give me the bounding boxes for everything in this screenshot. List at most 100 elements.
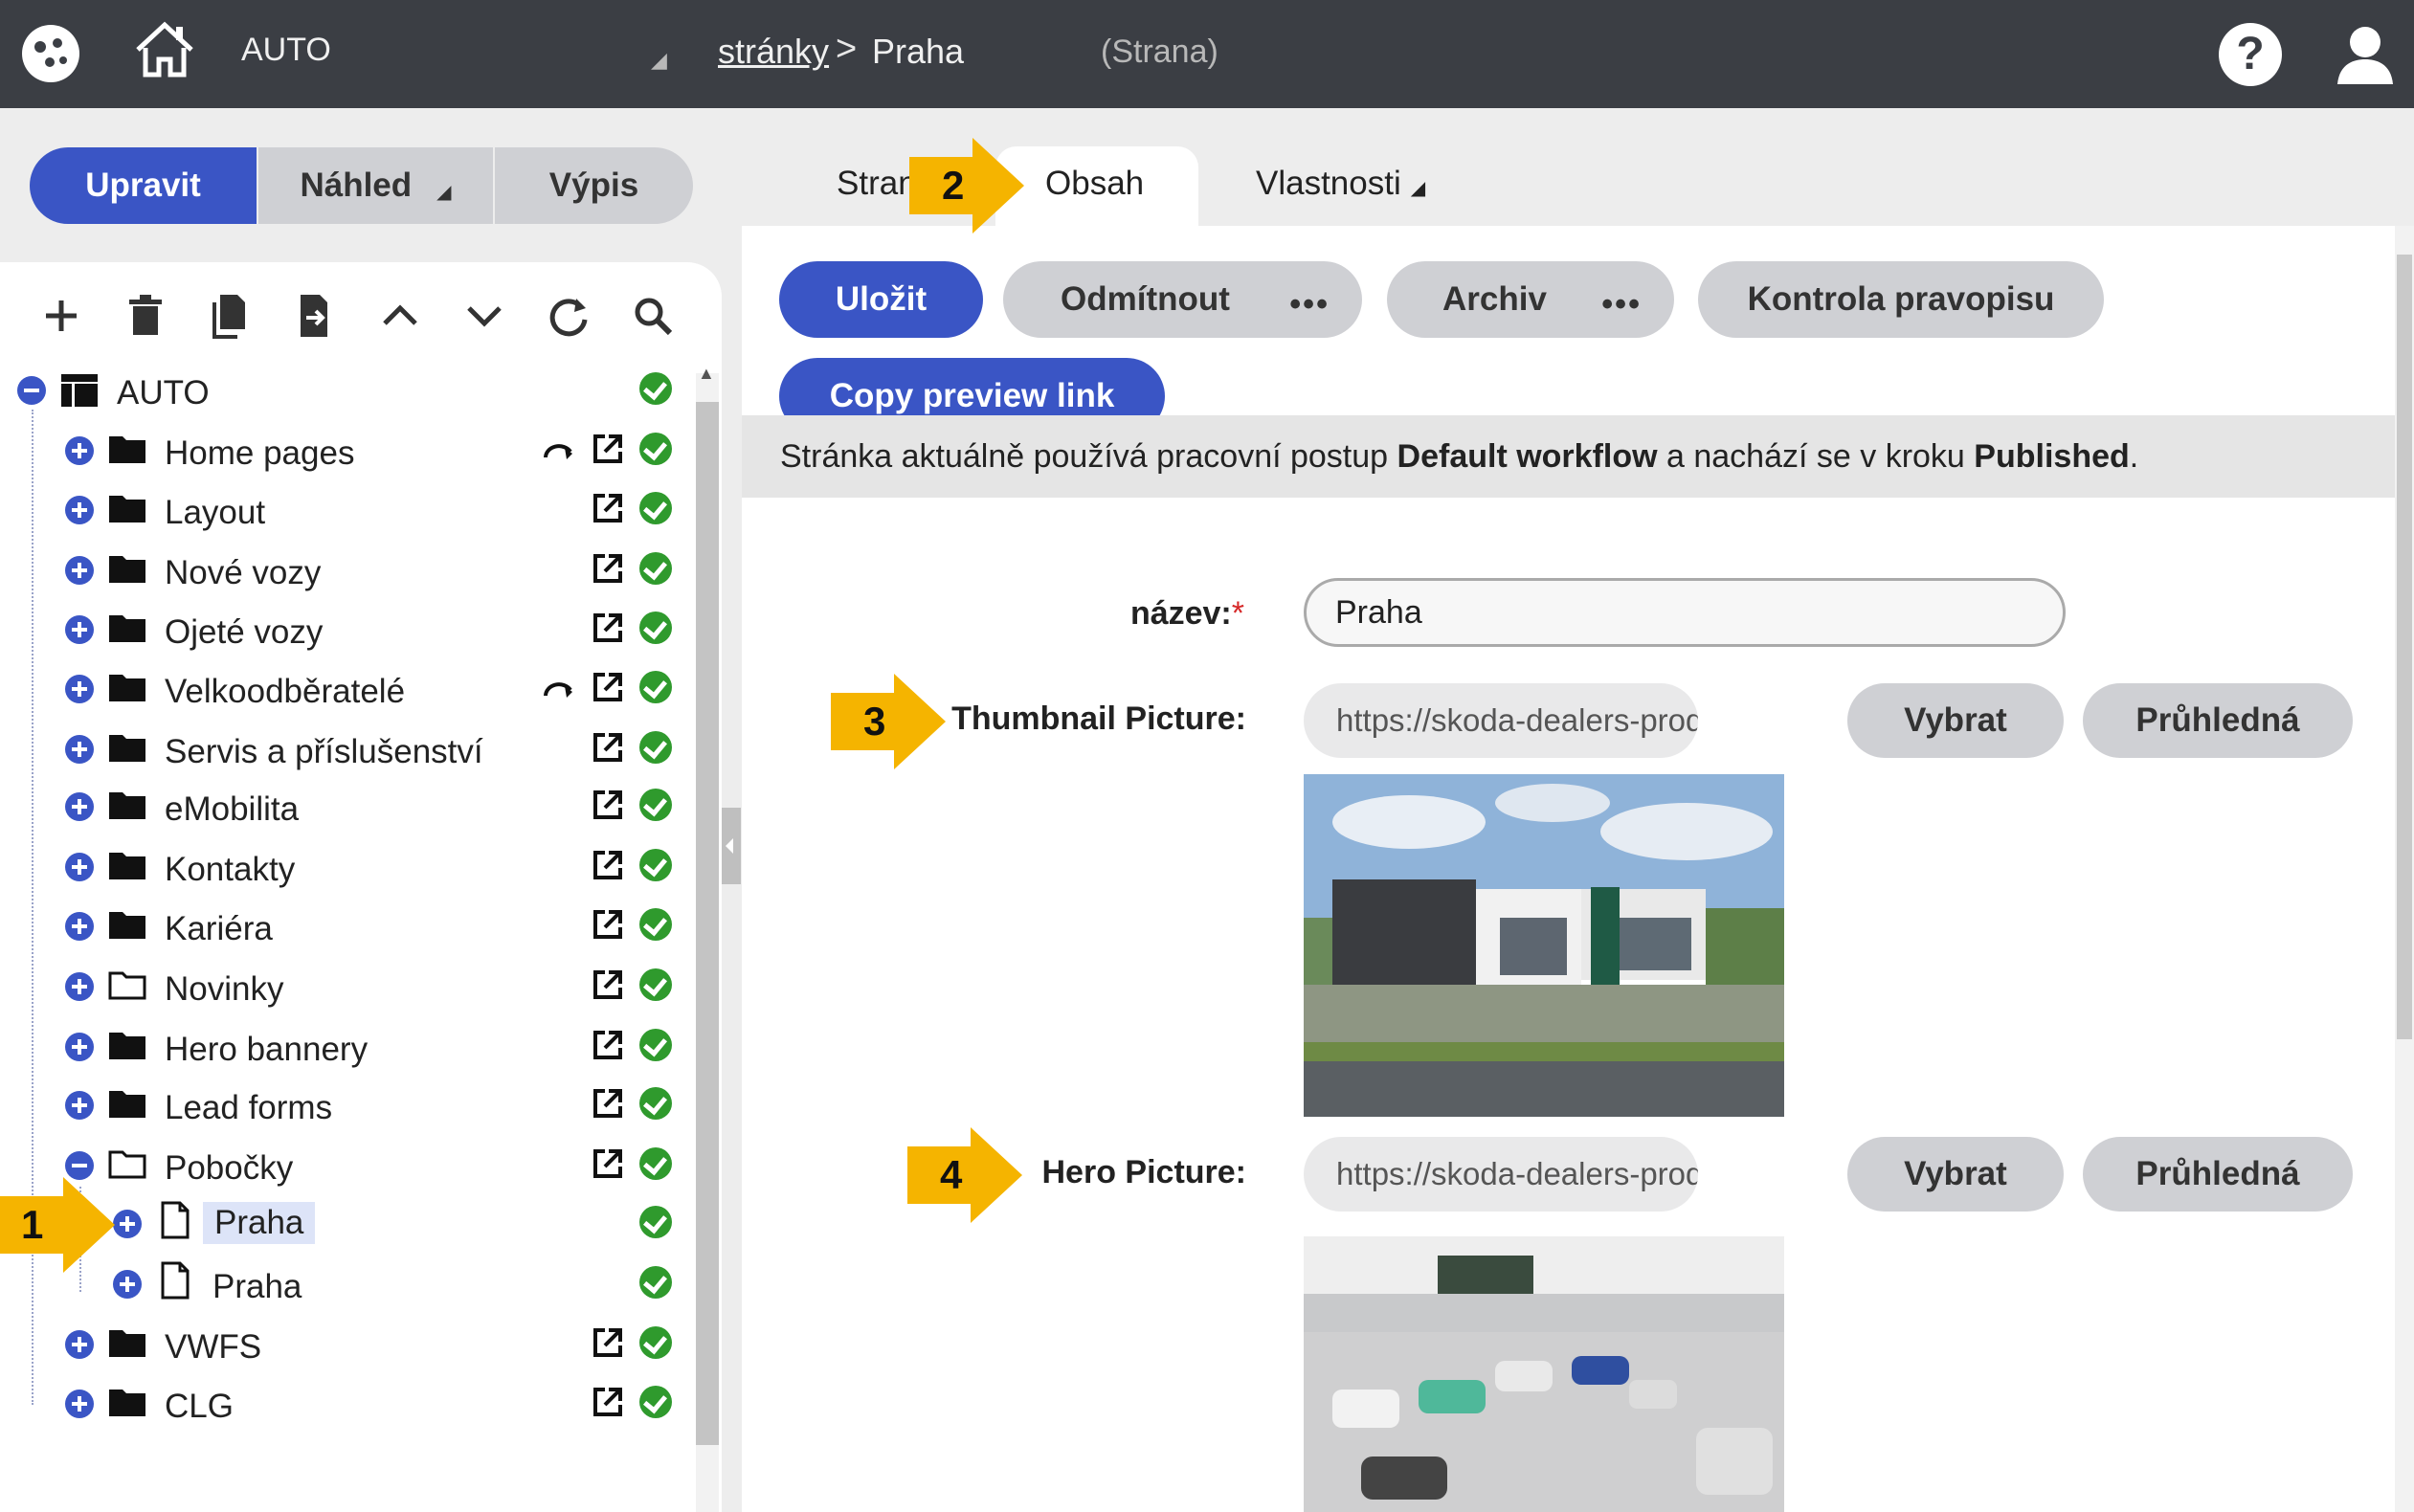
expand-icon[interactable] (65, 972, 94, 1001)
add-icon[interactable] (36, 291, 86, 341)
open-external-icon[interactable] (592, 1087, 624, 1120)
tree-node-contacts[interactable]: Kontakty (0, 845, 689, 893)
tree-node-new-cars[interactable]: Nové vozy (0, 548, 689, 596)
app-dropdown-caret-icon[interactable]: ◢ (651, 48, 667, 73)
expand-icon[interactable] (65, 735, 94, 764)
tree-node-news[interactable]: Novinky (0, 965, 689, 1012)
hero-select-button[interactable]: Vybrat (1847, 1137, 2064, 1212)
expand-icon[interactable] (113, 1270, 142, 1299)
expand-icon[interactable] (65, 912, 94, 941)
published-check-icon (639, 372, 672, 405)
open-external-icon[interactable] (592, 671, 624, 703)
hero-transparent-button[interactable]: Průhledná (2083, 1137, 2353, 1212)
open-external-icon[interactable] (592, 1029, 624, 1061)
expand-icon[interactable] (65, 1390, 94, 1418)
thumbnail-select-button[interactable]: Vybrat (1847, 683, 2064, 758)
open-external-icon[interactable] (592, 731, 624, 764)
delete-icon[interactable] (121, 291, 170, 341)
open-external-icon[interactable] (592, 492, 624, 524)
tree-scroll-up-icon[interactable]: ▲ (698, 364, 715, 384)
reject-more-icon[interactable]: ••• (1289, 286, 1330, 323)
callout-3-number: 3 (863, 699, 886, 744)
copy-icon[interactable] (205, 291, 255, 341)
callout-1: 1 (0, 1177, 124, 1273)
edit-mode-button[interactable]: Upravit (30, 147, 257, 224)
expand-icon[interactable] (65, 556, 94, 585)
panel-splitter-handle[interactable] (722, 808, 741, 884)
open-external-icon[interactable] (592, 611, 624, 644)
list-mode-button[interactable]: Výpis (495, 147, 693, 224)
tree-node-root[interactable]: AUTO (0, 368, 689, 416)
breadcrumb-link-pages[interactable]: stránky (718, 32, 829, 72)
tree-node-emobility[interactable]: eMobilita (0, 785, 689, 833)
open-external-icon[interactable] (592, 908, 624, 941)
tree-node-used-cars[interactable]: Ojeté vozy (0, 608, 689, 656)
open-external-icon[interactable] (592, 433, 624, 465)
folder-icon (109, 496, 145, 523)
tree-node-service[interactable]: Servis a příslušenství (0, 727, 689, 775)
search-icon[interactable] (628, 291, 678, 341)
notice-step: Published (1974, 438, 2130, 475)
tree-node-layout[interactable]: Layout (0, 488, 689, 536)
move-down-icon[interactable] (459, 291, 509, 341)
help-icon[interactable]: ? (2219, 23, 2282, 86)
tree-node-home-pages[interactable]: Home pages (0, 429, 689, 477)
expand-icon[interactable] (65, 1330, 94, 1359)
tree-scrollbar-thumb[interactable] (696, 402, 719, 1445)
workflow-notice: Stránka aktuálně používá pracovní postup… (742, 415, 2395, 498)
move-icon[interactable] (289, 291, 339, 341)
published-check-icon (639, 1206, 672, 1238)
app-logo-icon[interactable] (21, 24, 80, 83)
expand-icon[interactable] (65, 615, 94, 644)
expand-icon[interactable] (65, 1033, 94, 1061)
thumbnail-preview-image[interactable] (1304, 774, 1784, 1117)
open-external-icon[interactable] (592, 968, 624, 1001)
hero-url-input[interactable]: https://skoda-dealers-prod-c... (1304, 1137, 1698, 1212)
tree-node-vwfs[interactable]: VWFS (0, 1323, 689, 1370)
tree-node-fleet[interactable]: Velkoodběratelé (0, 667, 689, 715)
tree-node-clg[interactable]: CLG (0, 1382, 689, 1430)
content-scrollbar-thumb[interactable] (2397, 255, 2412, 1039)
expand-icon[interactable] (65, 675, 94, 703)
collapse-icon[interactable] (65, 1151, 94, 1180)
notice-after: . (2129, 438, 2139, 475)
notice-workflow: Default workflow (1397, 438, 1658, 475)
open-external-icon[interactable] (592, 1147, 624, 1180)
open-external-icon[interactable] (592, 552, 624, 585)
thumbnail-transparent-button[interactable]: Průhledná (2083, 683, 2353, 758)
expand-icon[interactable] (65, 436, 94, 465)
app-name[interactable]: AUTO (241, 32, 331, 69)
archive-more-icon[interactable]: ••• (1601, 286, 1642, 323)
name-input[interactable] (1304, 578, 2066, 647)
expand-icon[interactable] (65, 853, 94, 881)
user-avatar-icon[interactable] (2332, 21, 2399, 88)
expand-icon[interactable] (65, 1091, 94, 1120)
properties-caret-icon: ◢ (1410, 178, 1426, 199)
expand-icon[interactable] (65, 496, 94, 524)
thumbnail-url-input[interactable]: https://skoda-dealers-prod-c... (1304, 683, 1698, 758)
collapse-icon[interactable] (17, 376, 46, 405)
reject-button[interactable]: Odmítnout ••• (1003, 261, 1362, 338)
move-up-icon[interactable] (375, 291, 425, 341)
content-scrollbar[interactable] (2395, 226, 2414, 1512)
open-external-icon[interactable] (592, 849, 624, 881)
preview-mode-button[interactable]: Náhled ◢ (258, 147, 493, 224)
tree-node-hero-banners[interactable]: Hero bannery (0, 1025, 689, 1073)
open-external-icon[interactable] (592, 1326, 624, 1359)
archive-button[interactable]: Archiv ••• (1387, 261, 1674, 338)
published-check-icon (639, 433, 672, 465)
tree-node-lead-forms[interactable]: Lead forms (0, 1083, 689, 1131)
hero-preview-image[interactable] (1304, 1236, 1784, 1512)
save-button[interactable]: Uložit (779, 261, 983, 338)
tree-node-label: Servis a příslušenství (165, 733, 483, 770)
expand-icon[interactable] (65, 792, 94, 821)
refresh-icon[interactable] (544, 291, 593, 341)
open-external-icon[interactable] (592, 1386, 624, 1418)
tree-node-careers[interactable]: Kariéra (0, 904, 689, 952)
tab-content[interactable]: Obsah (1045, 165, 1144, 203)
tree-node-label: Praha (203, 1202, 316, 1244)
tab-properties[interactable]: Vlastnosti ◢ (1256, 165, 1425, 203)
home-icon[interactable] (134, 19, 195, 80)
open-external-icon[interactable] (592, 789, 624, 821)
spellcheck-button[interactable]: Kontrola pravopisu (1698, 261, 2104, 338)
